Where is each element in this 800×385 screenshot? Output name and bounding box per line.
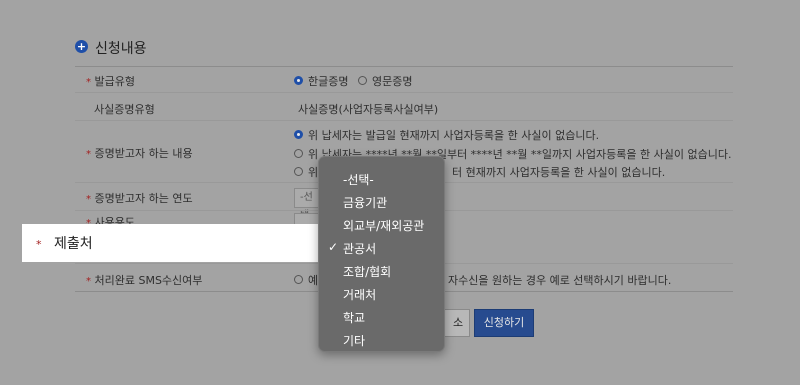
dropdown-option[interactable]: 조합/협회 <box>343 263 391 280</box>
row-divider <box>75 120 733 121</box>
row-divider <box>75 92 733 93</box>
radio-korean-cert[interactable] <box>294 76 303 85</box>
content-option-1: 위 납세자는 발급일 현재까지 사업자등록을 한 사실이 없습니다. <box>308 129 600 142</box>
required-star-icon: * <box>86 194 91 205</box>
radio-content-2[interactable] <box>294 149 303 158</box>
dropdown-option[interactable]: -선택- <box>343 171 374 188</box>
year-select[interactable]: -선택 <box>294 188 320 221</box>
sms-note: 자수신을 원하는 경우 예로 선택하시기 바랍니다. <box>448 274 672 287</box>
sms-yes-label: 예 <box>308 274 319 287</box>
apply-button[interactable]: 신청하기 <box>474 309 534 337</box>
sms-label: * 처리완료 SMS수신여부 <box>86 274 203 287</box>
dropdown-option-selected[interactable]: 관공서 <box>343 240 376 257</box>
required-star-icon: * <box>86 149 91 160</box>
dropdown-option[interactable]: 학교 <box>343 309 365 326</box>
radio-sms-yes[interactable] <box>294 275 303 284</box>
plus-circle-icon: + <box>75 40 88 53</box>
issue-type-label: * 발급유형 <box>86 75 135 88</box>
section-title: 신청내용 <box>95 41 147 57</box>
radio-content-1[interactable] <box>294 130 303 139</box>
radio-english-cert[interactable] <box>358 76 367 85</box>
section-divider <box>75 66 733 67</box>
dropdown-option[interactable]: 기타 <box>343 332 365 349</box>
submit-to-label: * 제출처 <box>36 236 93 252</box>
content-option-3-head: 위 <box>308 166 319 179</box>
required-star-icon: * <box>36 238 42 251</box>
cert-type-value: 사실증명(사업자등록사실여부) <box>298 103 439 116</box>
radio-english-label: 영문증명 <box>372 75 413 88</box>
checkmark-icon: ✓ <box>328 240 339 254</box>
dropdown-option[interactable]: 거래처 <box>343 286 376 303</box>
submit-to-dropdown-menu[interactable]: -선택- 금융기관 외교부/재외공관 ✓ 관공서 조합/협회 거래처 학교 기타 <box>318 156 445 352</box>
usage-label: * 사용용도 <box>86 214 135 224</box>
radio-korean-label: 한글증명 <box>308 75 349 88</box>
dropdown-option[interactable]: 외교부/재외공관 <box>343 217 424 234</box>
radio-content-3[interactable] <box>294 167 303 176</box>
year-label: * 증명받고자 하는 연도 <box>86 192 193 205</box>
cert-type-label: 사실증명유형 <box>94 103 155 116</box>
dropdown-option[interactable]: 금융기관 <box>343 194 387 211</box>
content-option-3-tail: 터 현재까지 사업자등록을 한 사실이 없습니다. <box>452 166 666 179</box>
content-label: * 증명받고자 하는 내용 <box>86 147 193 160</box>
required-star-icon: * <box>86 276 91 287</box>
required-star-icon: * <box>86 77 91 88</box>
